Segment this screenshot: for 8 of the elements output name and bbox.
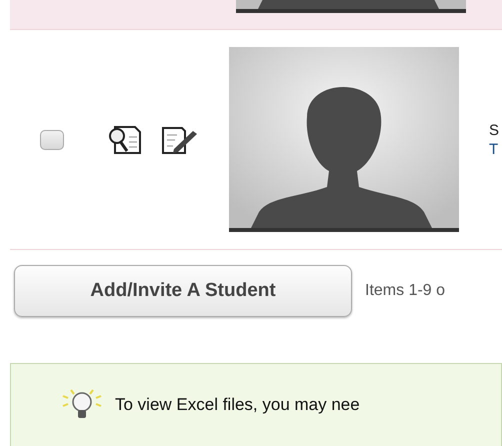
pager-text: Items 1-9 o (365, 281, 446, 301)
add-student-button[interactable]: Add/Invite A Student (14, 265, 352, 317)
notice-text: To view Excel files, you may nee (115, 394, 360, 416)
checkbox[interactable] (40, 130, 64, 150)
student-link[interactable]: T (489, 140, 500, 158)
student-text: S (489, 120, 500, 140)
magnifier-document-icon[interactable] (107, 124, 143, 154)
edit-document-icon[interactable] (160, 124, 198, 154)
